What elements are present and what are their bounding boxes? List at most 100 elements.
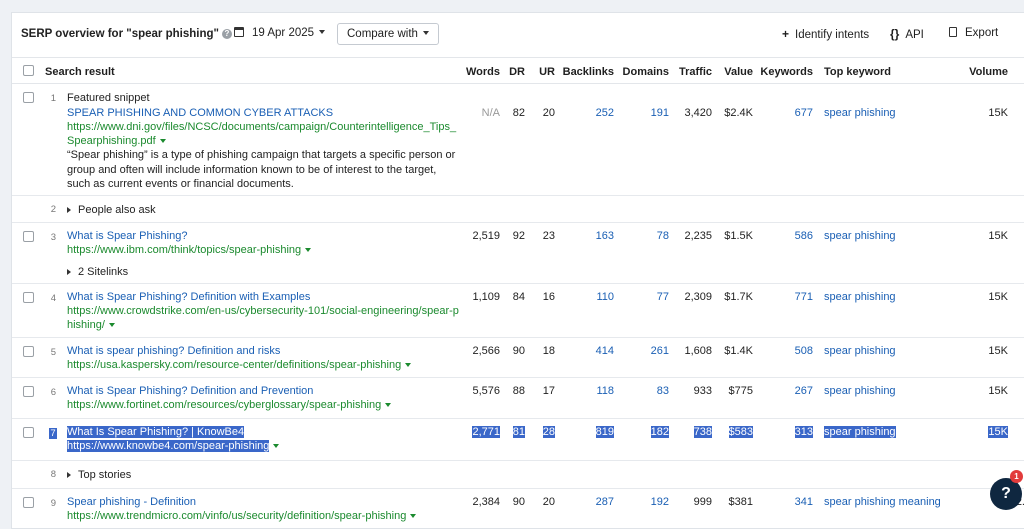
keywords-link[interactable]: 313 xyxy=(794,426,813,438)
domains-link[interactable]: 191 xyxy=(651,107,669,119)
row-checkbox[interactable] xyxy=(23,386,34,397)
people-also-ask-label: People also ask xyxy=(78,204,156,216)
backlinks-link[interactable]: 118 xyxy=(596,385,614,397)
col-keywords[interactable]: Keywords xyxy=(760,66,813,78)
compare-with-dropdown[interactable]: Compare with xyxy=(337,23,439,45)
result-url-link[interactable]: https://www.fortinet.com/resources/cyber… xyxy=(67,399,392,411)
result-url-link-cont[interactable]: Spearphishing.pdf xyxy=(67,135,166,147)
traffic-value: 2,235 xyxy=(684,230,712,242)
row-checkbox[interactable] xyxy=(23,427,34,438)
export-button[interactable]: Export xyxy=(949,27,998,39)
row-checkbox[interactable] xyxy=(23,92,34,103)
identify-intents-button[interactable]: + Identify intents xyxy=(782,27,869,41)
result-url-text: https://www.fortinet.com/resources/cyber… xyxy=(67,399,382,411)
row-checkbox[interactable] xyxy=(23,231,34,242)
backlinks-link[interactable]: 110 xyxy=(596,291,614,303)
domains-link[interactable]: 77 xyxy=(657,291,669,303)
col-words[interactable]: Words xyxy=(466,66,500,78)
dr-value: 81 xyxy=(512,426,525,438)
top-keyword-link[interactable]: spear phishing xyxy=(824,291,896,303)
domains-link[interactable]: 182 xyxy=(650,426,669,438)
compare-label: Compare with xyxy=(347,28,418,40)
result-url-link[interactable]: https://www.crowdstrike.com/en-us/cybers… xyxy=(67,305,459,317)
table-row: 8 Top stories xyxy=(12,461,1024,489)
traffic-value: 933 xyxy=(693,385,712,397)
keywords-link[interactable]: 341 xyxy=(795,496,813,508)
sitelinks-toggle[interactable]: 2 Sitelinks xyxy=(67,266,128,278)
volume-value: 15K xyxy=(988,107,1008,119)
dr-value: 90 xyxy=(512,345,525,357)
date-picker[interactable]: 19 Apr 2025 xyxy=(234,27,326,39)
backlinks-link[interactable]: 414 xyxy=(596,345,614,357)
domains-link[interactable]: 192 xyxy=(651,496,669,508)
export-icon xyxy=(949,27,957,37)
row-checkbox[interactable] xyxy=(23,292,34,303)
top-keyword-link[interactable]: spear phishing meaning xyxy=(824,496,941,508)
result-url-link[interactable]: https://www.ibm.com/think/topics/spear-p… xyxy=(67,244,312,256)
rank-number: 3 xyxy=(50,232,56,243)
help-circle-icon[interactable]: ? xyxy=(221,29,232,39)
table-row: 1 Featured snippet SPEAR PHISHING AND CO… xyxy=(12,84,1024,196)
backlinks-link[interactable]: 252 xyxy=(596,107,614,119)
words-value: N/A xyxy=(481,107,500,119)
result-title-link[interactable]: What Is Spear Phishing? | KnowBe4 xyxy=(67,426,245,438)
col-volume[interactable]: Volume xyxy=(969,66,1008,78)
chevron-down-icon xyxy=(273,444,280,448)
top-keyword-link[interactable]: spear phishing xyxy=(824,107,896,119)
traffic-value: 1,608 xyxy=(684,345,712,357)
identify-label: Identify intents xyxy=(795,29,870,41)
keywords-link[interactable]: 267 xyxy=(795,385,813,397)
result-title-link[interactable]: What is spear phishing? Definition and r… xyxy=(67,345,280,357)
value-amount: $1.5K xyxy=(724,230,753,242)
col-traffic[interactable]: Traffic xyxy=(679,66,712,78)
top-stories-toggle[interactable]: Top stories xyxy=(67,469,131,481)
col-top-keyword[interactable]: Top keyword xyxy=(824,66,891,78)
col-ur[interactable]: UR xyxy=(539,66,555,78)
top-keyword-link[interactable]: spear phishing xyxy=(824,426,896,438)
top-keyword-link[interactable]: spear phishing xyxy=(824,345,896,357)
table-row: 3 What is Spear Phishing? https://www.ib… xyxy=(12,223,1024,284)
serp-overview-panel: SERP overview for "spear phishing"? 19 A… xyxy=(11,12,1024,529)
result-url-link[interactable]: https://usa.kaspersky.com/resource-cente… xyxy=(67,359,412,371)
result-url-text: hishing/ xyxy=(67,319,105,331)
result-title-link[interactable]: What is Spear Phishing? Definition and P… xyxy=(67,385,313,397)
table-header: Search result Words DR UR Backlinks Doma… xyxy=(12,57,1024,84)
col-backlinks[interactable]: Backlinks xyxy=(563,66,614,78)
people-also-ask-toggle[interactable]: People also ask xyxy=(67,204,156,216)
col-search-result[interactable]: Search result xyxy=(45,66,115,78)
api-button[interactable]: {} API xyxy=(890,27,924,41)
top-keyword-link[interactable]: spear phishing xyxy=(824,230,896,242)
backlinks-link[interactable]: 287 xyxy=(596,496,614,508)
domains-link[interactable]: 83 xyxy=(657,385,669,397)
ur-value: 23 xyxy=(542,230,555,242)
domains-link[interactable]: 261 xyxy=(651,345,669,357)
result-title-link[interactable]: What is Spear Phishing? xyxy=(67,230,187,242)
row-checkbox[interactable] xyxy=(23,346,34,357)
app-root: SERP overview for "spear phishing"? 19 A… xyxy=(0,0,1024,529)
ur-value: 20 xyxy=(542,107,555,119)
result-title-link[interactable]: Spear phishing - Definition xyxy=(67,496,196,508)
keywords-link[interactable]: 586 xyxy=(795,230,813,242)
col-domains[interactable]: Domains xyxy=(623,66,669,78)
backlinks-link[interactable]: 819 xyxy=(595,426,614,438)
select-all-checkbox[interactable] xyxy=(23,65,34,76)
keywords-link[interactable]: 508 xyxy=(795,345,813,357)
keywords-link[interactable]: 677 xyxy=(795,107,813,119)
row-checkbox[interactable] xyxy=(23,497,34,508)
keywords-link[interactable]: 771 xyxy=(795,291,813,303)
snippet-line: group and often will include information… xyxy=(67,163,437,176)
rank-number: 2 xyxy=(50,204,56,215)
result-title-link[interactable]: What is Spear Phishing? Definition with … xyxy=(67,291,310,303)
backlinks-link[interactable]: 163 xyxy=(596,230,614,242)
export-label: Export xyxy=(965,27,999,39)
braces-icon: {} xyxy=(890,27,900,41)
col-value[interactable]: Value xyxy=(724,66,753,78)
result-title-link[interactable]: SPEAR PHISHING AND COMMON CYBER ATTACKS xyxy=(67,107,333,119)
result-url-link[interactable]: https://www.trendmicro.com/vinfo/us/secu… xyxy=(67,510,417,522)
result-url-link[interactable]: https://www.knowbe4.com/spear-phishing xyxy=(67,440,280,452)
domains-link[interactable]: 78 xyxy=(657,230,669,242)
top-keyword-link[interactable]: spear phishing xyxy=(824,385,896,397)
result-url-link[interactable]: https://www.dni.gov/files/NCSC/documents… xyxy=(67,121,456,133)
result-url-link-cont[interactable]: hishing/ xyxy=(67,319,115,331)
col-dr[interactable]: DR xyxy=(509,66,525,78)
